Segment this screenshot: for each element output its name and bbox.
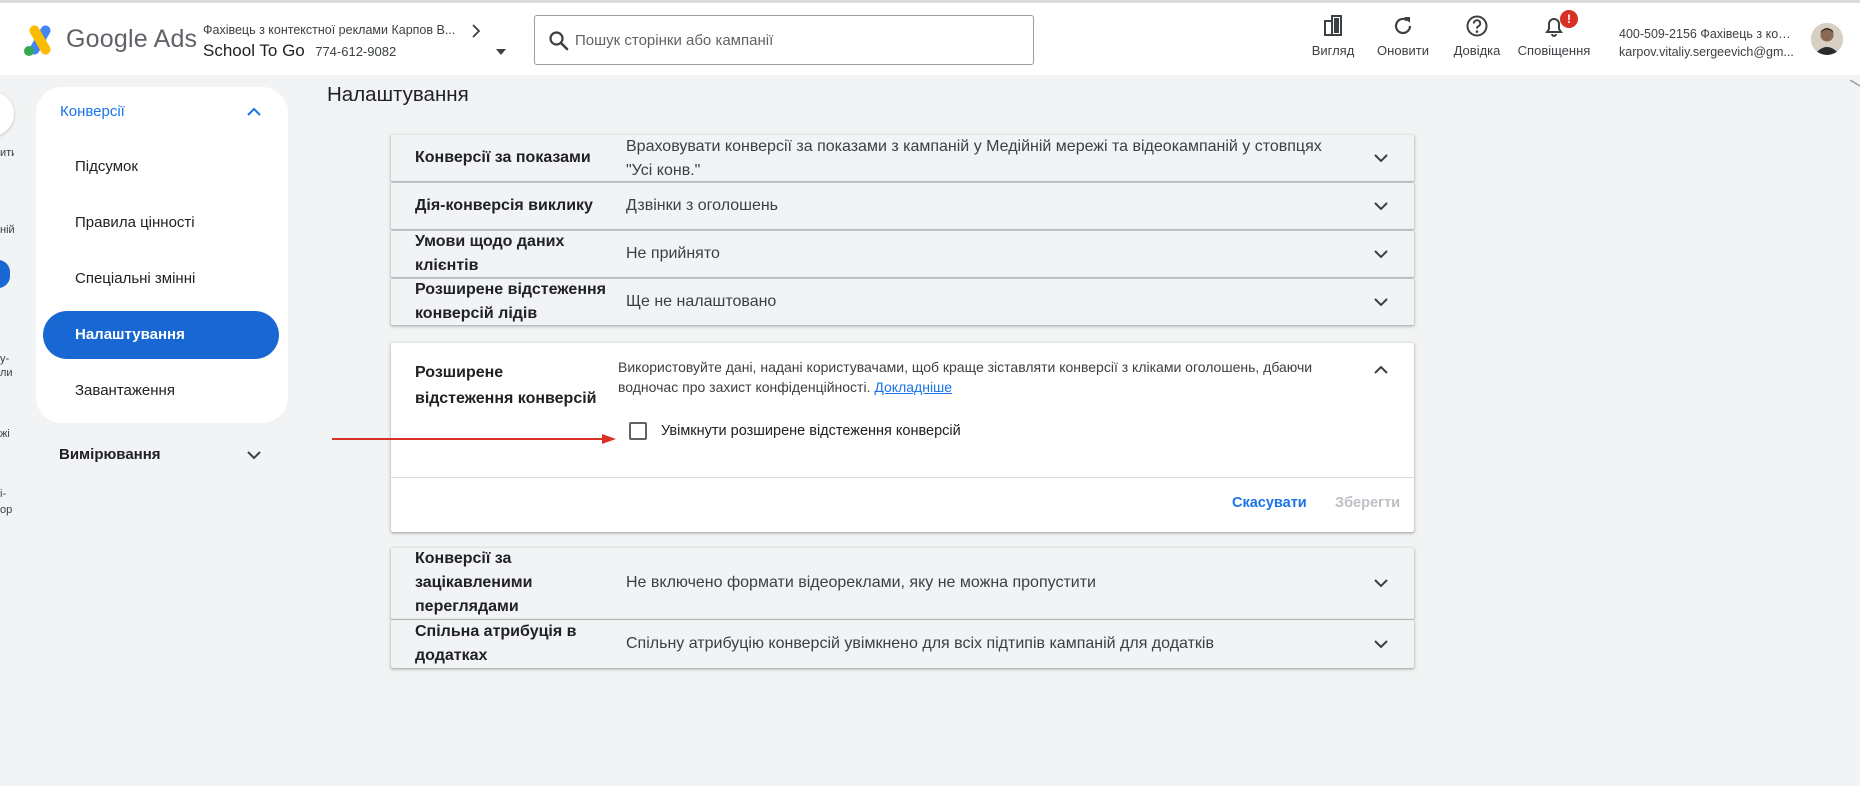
appearance-icon	[1324, 15, 1342, 36]
brand-name: Google Ads	[66, 25, 198, 53]
chevron-down-icon[interactable]	[1372, 245, 1390, 263]
setting-row-title: Умови щодо даних клієнтів	[415, 233, 565, 274]
avatar-image	[1811, 23, 1843, 55]
sidebar-group-label: Конверсії	[60, 103, 125, 120]
user-account-info[interactable]: 400-509-2156 Фахівець з кон... karpov.vi…	[1619, 25, 1794, 61]
user-email: karpov.vitaliy.sergeevich@gm...	[1619, 45, 1794, 59]
user-account-line: 400-509-2156 Фахівець з кон...	[1619, 27, 1794, 41]
help-label: Довідка	[1453, 43, 1501, 58]
nav-rail-label: у-	[0, 353, 10, 365]
setting-row-customer-data-terms[interactable]: Умови щодо даних клієнтів Не прийнято	[391, 231, 1414, 277]
nav-rail-active-indicator[interactable]	[0, 260, 10, 288]
setting-row-app-shared-attribution[interactable]: Спільна атрибуція в додатках Спільну атр…	[391, 620, 1414, 668]
chevron-up-icon	[247, 107, 261, 116]
appearance-label: Вигляд	[1311, 43, 1355, 58]
chevron-up-icon[interactable]	[1372, 361, 1390, 379]
appearance-button[interactable]: Вигляд	[1307, 13, 1359, 69]
setting-row-view-through-conversions[interactable]: Конверсії за показами Враховувати конвер…	[391, 135, 1414, 181]
help-icon	[1466, 15, 1488, 37]
setting-row-enhanced-conversions-leads[interactable]: Розширене відстеження конверсій лідів Ще…	[391, 279, 1414, 325]
search-input[interactable]	[575, 24, 1015, 56]
sidebar-item-settings[interactable]: Налаштування	[43, 311, 279, 359]
google-ads-logo-icon[interactable]	[22, 25, 58, 57]
account-id: 774-612-9082	[315, 44, 397, 59]
setting-row-title: Спільна атрибуція в додатках	[415, 623, 577, 664]
nav-rail-label: ор	[0, 504, 13, 516]
sidebar-group-measurement[interactable]: Вимірювання	[36, 432, 288, 478]
annotation-arrow-icon	[332, 434, 616, 444]
chevron-down-icon[interactable]	[1372, 635, 1390, 653]
avatar[interactable]	[1811, 23, 1843, 55]
setting-row-value: Не включено формати відеореклами, яку не…	[626, 574, 1096, 591]
nav-rail-label: і-	[0, 488, 7, 500]
chevron-down-icon[interactable]	[1372, 149, 1390, 167]
save-button[interactable]: Зберегти	[1335, 495, 1400, 511]
sidebar-item-summary[interactable]: Підсумок	[43, 143, 279, 191]
cancel-button[interactable]: Скасувати	[1232, 495, 1307, 511]
setting-row-value: Враховувати конверсії за показами з камп…	[626, 138, 1322, 179]
page-title: Налаштування	[327, 83, 469, 106]
refresh-label: Оновити	[1377, 43, 1429, 58]
nav-rail-label: жі	[0, 428, 10, 440]
chevron-down-icon	[247, 451, 261, 460]
chevron-right-icon[interactable]	[469, 24, 483, 38]
panel-description: Використовуйте дані, надані користувачам…	[618, 357, 1358, 397]
divider	[391, 477, 1414, 478]
panel-title: Розширене відстеження конверсій	[415, 364, 597, 407]
help-button[interactable]: Довідка	[1450, 13, 1504, 69]
sidebar-group-label: Вимірювання	[59, 446, 161, 463]
setting-row-engaged-view-conversions[interactable]: Конверсії за зацікавленими переглядами Н…	[391, 548, 1414, 619]
caret-down-icon[interactable]	[494, 45, 508, 59]
notifications-label: Сповіщення	[1517, 43, 1591, 58]
sidebar-item-value-rules[interactable]: Правила цінності	[43, 199, 279, 247]
refresh-icon	[1394, 17, 1412, 35]
setting-row-value: Дзвінки з оголошень	[626, 197, 779, 214]
enable-enhanced-conversions-checkbox[interactable]	[629, 422, 647, 440]
resize-corner-icon	[1850, 80, 1860, 87]
notification-badge: !	[1560, 10, 1578, 28]
chevron-down-icon[interactable]	[1372, 197, 1390, 215]
setting-row-value: Ще не налаштовано	[626, 293, 777, 310]
setting-row-title: Конверсії за зацікавленими переглядами	[415, 550, 533, 615]
sidebar-item-uploads[interactable]: Завантаження	[43, 367, 279, 415]
nav-rail-label: ній	[0, 224, 14, 236]
refresh-button[interactable]: Оновити	[1375, 13, 1431, 69]
account-selector[interactable]: Фахівець з контекстної реклами Карпов В.…	[203, 21, 506, 65]
setting-row-title: Розширене відстеження конверсій лідів	[415, 281, 606, 322]
setting-row-value: Спільну атрибуцію конверсій увімкнено дл…	[626, 635, 1214, 652]
checkbox-label[interactable]: Увімкнути розширене відстеження конверсі…	[661, 422, 961, 440]
chevron-down-icon[interactable]	[1372, 293, 1390, 311]
setting-row-value: Не прийнято	[626, 245, 720, 262]
setting-row-title: Конверсії за показами	[415, 149, 591, 166]
search-icon	[549, 31, 569, 51]
account-manager-name: Фахівець з контекстної реклами Карпов В.…	[203, 23, 456, 37]
panel-description-text: Використовуйте дані, надані користувачам…	[618, 359, 1313, 395]
setting-row-call-conversion[interactable]: Дія-конверсія виклику Дзвінки з оголошен…	[391, 183, 1414, 229]
search-box[interactable]	[534, 15, 1034, 65]
learn-more-link[interactable]: Докладніше	[874, 379, 952, 395]
app-header: Google Ads Фахівець з контекстної реклам…	[0, 3, 1860, 75]
nav-rail-button[interactable]	[0, 92, 14, 136]
nav-rail-label: ити	[0, 147, 14, 159]
notifications-button[interactable]: ! Сповіщення	[1516, 10, 1592, 69]
sidebar-group-conversions[interactable]: Конверсії	[36, 87, 288, 137]
sidebar-item-custom-variables[interactable]: Спеціальні змінні	[43, 255, 279, 303]
chevron-down-icon[interactable]	[1372, 574, 1390, 592]
sidebar: Конверсії Підсумок Правила цінності Спец…	[36, 87, 288, 423]
setting-row-title: Дія-конверсія виклику	[415, 197, 593, 214]
nav-rail-label: ли	[0, 367, 13, 379]
account-name: School To Go	[203, 41, 305, 60]
